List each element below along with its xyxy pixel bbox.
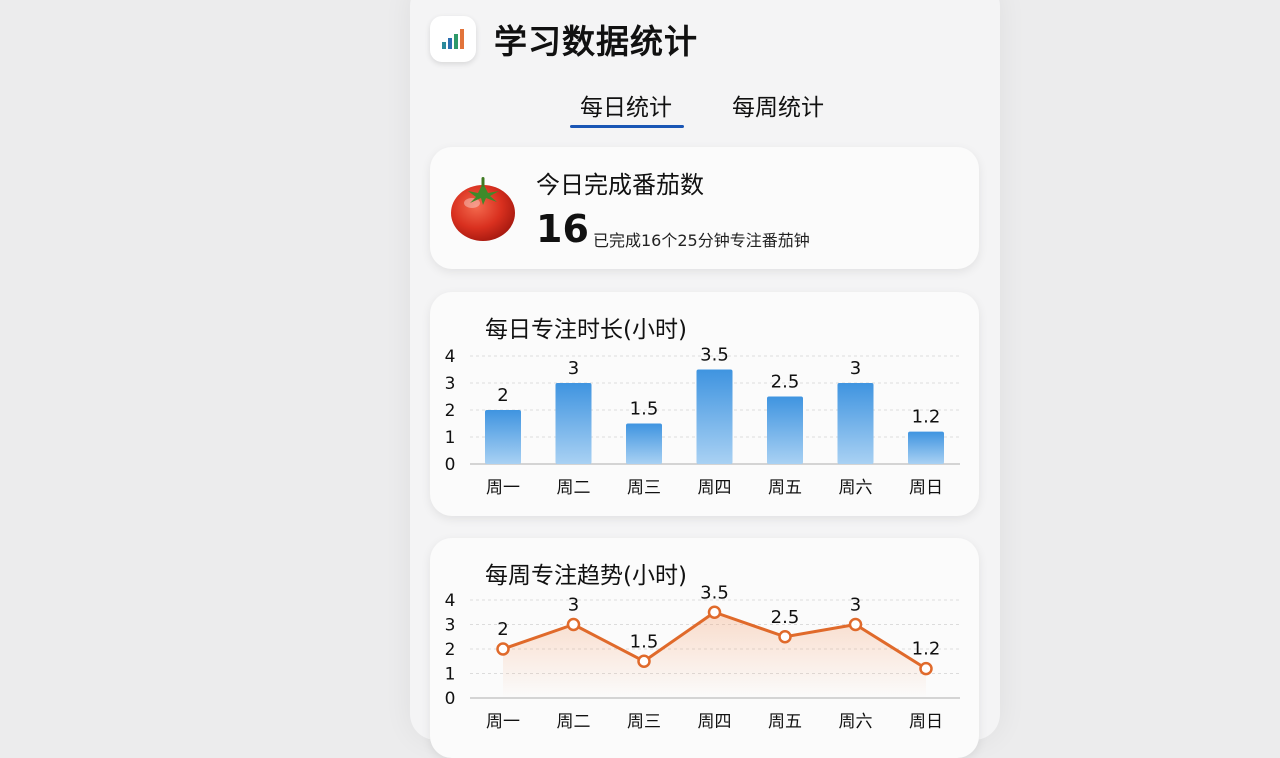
y-tick-label: 4 — [445, 347, 456, 367]
data-label: 1.2 — [912, 639, 941, 660]
data-point — [707, 605, 722, 619]
data-label: 1.5 — [630, 399, 659, 420]
app-header: 学习数据统计 — [430, 14, 698, 64]
x-tick-label: 周一 — [486, 478, 520, 498]
x-tick-label: 周二 — [557, 478, 591, 498]
data-point — [566, 617, 581, 632]
data-label: 3 — [568, 595, 579, 616]
bar-chart-icon — [430, 16, 476, 62]
tomato-count-value: 16 — [536, 207, 589, 251]
bar — [767, 396, 803, 464]
daily-focus-bar-chart: 0 1 2 3 4 周一 周二 周三 周四 周五 周六 周日 2 3 1.5 3.5 2.5 3 1.2 — [445, 345, 960, 498]
bar — [837, 383, 874, 464]
tomato-card-title: 今日完成番茄数 — [536, 171, 704, 199]
data-label: 2 — [497, 619, 508, 640]
data-label: 3 — [850, 595, 861, 616]
x-tick-label: 周日 — [909, 712, 943, 732]
page-title: 学习数据统计 — [494, 22, 698, 61]
y-tick-label: 3 — [445, 374, 456, 394]
y-tick-label: 3 — [445, 616, 456, 636]
data-label: 3 — [568, 358, 579, 379]
data-point — [778, 630, 792, 644]
weekly-trend-line-chart: 0 1 2 3 4 周一 周二 周三 周四 周五 周六 周日 2 3 1.5 3.5 2.5 3 1.2 — [445, 582, 960, 732]
y-tick-label: 1 — [445, 665, 456, 685]
weekly-trend-card: 每周专注趋势(小时) 0 1 2 3 4 周一 周二 周三 周四 周五 周六 周日 2 3 1.5 3.5 2.… — [430, 538, 979, 758]
x-tick-label: 周五 — [768, 712, 802, 732]
data-label: 1.2 — [912, 407, 941, 428]
y-tick-label: 1 — [445, 428, 456, 448]
x-tick-label: 周五 — [768, 478, 802, 498]
data-label: 3.5 — [700, 345, 729, 366]
tomato-count-description: 已完成16个25分钟专注番茄钟 — [593, 231, 810, 250]
data-label: 3.5 — [700, 582, 729, 603]
data-label: 3 — [850, 358, 861, 379]
x-tick-label: 周三 — [627, 712, 661, 732]
y-tick-label: 2 — [445, 640, 456, 660]
y-tick-label: 0 — [445, 455, 456, 475]
x-tick-label: 周四 — [698, 712, 732, 732]
y-tick-label: 0 — [445, 689, 456, 709]
active-tab-indicator — [570, 125, 684, 128]
tomato-count-card: 今日完成番茄数 16 已完成16个25分钟专注番茄钟 — [430, 147, 979, 269]
data-point — [848, 617, 863, 632]
tab-bar: 每日统计 每周统计 — [560, 82, 840, 130]
tab-weekly-stats[interactable]: 每周统计 — [732, 88, 824, 122]
x-tick-label: 周六 — [839, 478, 873, 498]
x-tick-label: 周日 — [909, 478, 943, 498]
bar — [626, 423, 662, 464]
daily-focus-card: 每日专注时长(小时) 0 1 2 3 4 周一 周二 周三 周四 周五 周六 周日 2 3 1.5 3.5 2.… — [430, 292, 979, 516]
trend-area — [503, 612, 926, 698]
x-tick-label: 周四 — [698, 478, 732, 498]
data-point — [919, 661, 933, 676]
data-label: 2.5 — [771, 372, 800, 393]
y-tick-label: 2 — [445, 401, 456, 421]
x-tick-label: 周一 — [486, 712, 520, 732]
bar — [555, 383, 592, 464]
data-label: 2 — [497, 385, 508, 406]
data-point — [637, 654, 651, 668]
data-point — [496, 642, 510, 656]
tab-daily-stats[interactable]: 每日统计 — [580, 88, 672, 122]
x-tick-label: 周六 — [839, 712, 873, 732]
tomato-icon — [451, 177, 515, 241]
bar — [908, 431, 944, 464]
x-tick-label: 周三 — [627, 478, 661, 498]
x-tick-label: 周二 — [557, 712, 591, 732]
data-label: 1.5 — [630, 631, 659, 652]
y-tick-label: 4 — [445, 591, 456, 611]
bar — [696, 369, 733, 464]
data-label: 2.5 — [771, 607, 800, 628]
bar — [485, 410, 521, 464]
